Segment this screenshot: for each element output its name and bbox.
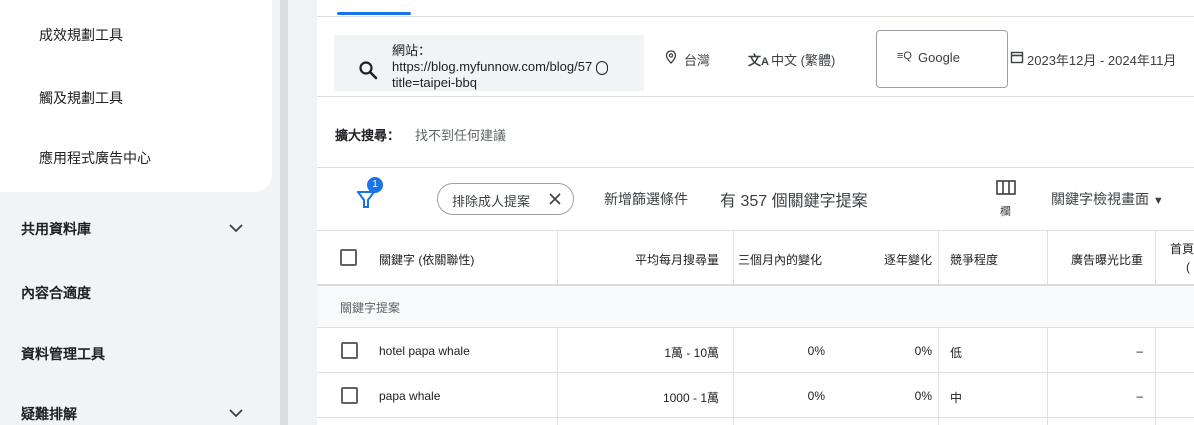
col-header-yoy[interactable]: 逐年變化 — [840, 251, 932, 268]
location-filter[interactable]: 台灣 — [684, 50, 710, 69]
cell-competition: 中 — [950, 391, 963, 405]
column-divider — [557, 231, 558, 285]
cell-yoy: 0% — [914, 389, 932, 403]
cell-avg-monthly: 1000 - 1萬 — [662, 391, 719, 405]
sidebar: 成效規劃工具 觸及規劃工具 應用程式廣告中心 共用資料庫 內容合適度 資料管理工… — [0, 0, 288, 425]
col-header-top-bid-sub: ( — [1186, 260, 1190, 274]
group-label: 關鍵字提案 — [340, 301, 401, 315]
column-divider — [733, 231, 734, 285]
cell-three-month: 0% — [807, 389, 825, 403]
group-row — [317, 286, 1194, 327]
cell-impression-share: – — [1136, 344, 1143, 358]
divider — [317, 230, 1194, 231]
sidebar-item-app-advertising-hub[interactable]: 應用程式廣告中心 — [39, 148, 151, 168]
active-tab-indicator — [337, 12, 411, 15]
divider — [317, 16, 1194, 17]
network-filter[interactable]: ≡Q Google — [876, 30, 1008, 88]
select-all-checkbox[interactable] — [340, 249, 357, 266]
search-icon — [359, 61, 378, 80]
info-icon — [595, 60, 608, 75]
url-value-line1: https://blog.myfunnow.com/blog/57 — [392, 59, 593, 74]
broaden-search-label: 擴大搜尋： — [335, 128, 401, 143]
sidebar-item-reach-planner[interactable]: 觸及規劃工具 — [39, 88, 123, 108]
cell-keyword: hotel papa whale — [379, 344, 470, 358]
url-filter-field[interactable]: 網站： https://blog.myfunnow.com/blog/57 ti… — [334, 35, 644, 91]
sidebar-item-troubleshooting[interactable]: 疑難排解 — [21, 404, 77, 424]
column-divider — [1155, 231, 1156, 285]
col-header-impression-share[interactable]: 廣告曝光比重 — [1048, 251, 1143, 268]
col-header-three-month[interactable]: 三個月內的變化 — [738, 251, 840, 268]
date-range-filter[interactable]: 2023年12月 - 2024年11月 — [1027, 50, 1194, 69]
sidebar-submenu-card: 成效規劃工具 觸及規劃工具 應用程式廣告中心 — [0, 0, 272, 192]
translate-icon: 文A — [748, 53, 769, 68]
columns-label: 欄 — [1000, 206, 1011, 218]
col-header-keyword[interactable]: 關鍵字 (依關聯性) — [379, 251, 474, 268]
cell-keyword: papa whale — [379, 389, 441, 403]
url-value-line2: title=taipei-bbq — [392, 75, 477, 90]
location-pin-icon — [665, 50, 677, 64]
row-checkbox[interactable] — [341, 387, 358, 404]
cell-avg-monthly: 1萬 - 10萬 — [664, 346, 719, 360]
chevron-down-icon[interactable] — [228, 220, 244, 236]
divider — [317, 167, 1194, 168]
columns-icon[interactable] — [996, 180, 1016, 196]
divider — [317, 96, 1194, 97]
calendar-icon — [1010, 51, 1024, 64]
add-filter-button[interactable]: 新增篩選條件 — [604, 189, 688, 209]
sidebar-scrollbar[interactable] — [280, 0, 288, 425]
col-header-competition[interactable]: 競爭程度 — [950, 251, 998, 268]
dropdown-arrow-icon: ▼ — [1152, 195, 1164, 207]
url-label: 網站： — [392, 43, 432, 58]
filter-count-badge: 1 — [367, 177, 383, 193]
col-header-top-bid[interactable]: 首頁 — [1170, 240, 1194, 257]
table-row[interactable]: hotel papa whale 1萬 - 10萬 0% 0% 低 – — [317, 328, 1194, 372]
close-icon[interactable] — [549, 193, 561, 205]
row-checkbox[interactable] — [341, 342, 358, 359]
language-filter[interactable]: 中文 (繁體) — [771, 50, 835, 69]
cell-three-month: 0% — [807, 344, 825, 358]
view-select-label: 關鍵字檢視畫面 — [1051, 191, 1149, 207]
cell-impression-share: – — [1136, 389, 1143, 403]
url-value: https://blog.myfunnow.com/blog/57 — [392, 59, 642, 75]
network-label: Google — [918, 50, 960, 65]
column-divider — [1047, 231, 1048, 285]
table-row[interactable]: papa whale 1000 - 1萬 0% 0% 中 – — [317, 373, 1194, 417]
column-divider — [938, 231, 939, 285]
sidebar-item-data-manager[interactable]: 資料管理工具 — [21, 344, 105, 364]
chevron-down-icon[interactable] — [228, 405, 244, 421]
col-header-avg-monthly[interactable]: 平均每月搜尋量 — [558, 251, 719, 268]
sidebar-item-content-suitability[interactable]: 內容合適度 — [21, 283, 91, 303]
cell-yoy: 0% — [914, 344, 932, 358]
broaden-search-value: 找不到任何建議 — [415, 128, 507, 143]
sidebar-item-shared-library[interactable]: 共用資料庫 — [21, 219, 91, 239]
filter-chip-label: 排除成人提案 — [452, 194, 531, 209]
url-filter-text: 網站： https://blog.myfunnow.com/blog/57 ti… — [392, 43, 642, 91]
divider — [317, 417, 1194, 418]
view-select[interactable]: 關鍵字檢視畫面 ▼ — [1051, 189, 1164, 209]
search-network-icon: ≡Q — [897, 50, 912, 62]
result-summary: 有 357 個關鍵字提案 — [720, 193, 868, 210]
filter-chip[interactable]: 排除成人提案 — [437, 183, 574, 215]
sidebar-item-performance-planner[interactable]: 成效規劃工具 — [39, 25, 123, 45]
cell-competition: 低 — [950, 346, 963, 360]
